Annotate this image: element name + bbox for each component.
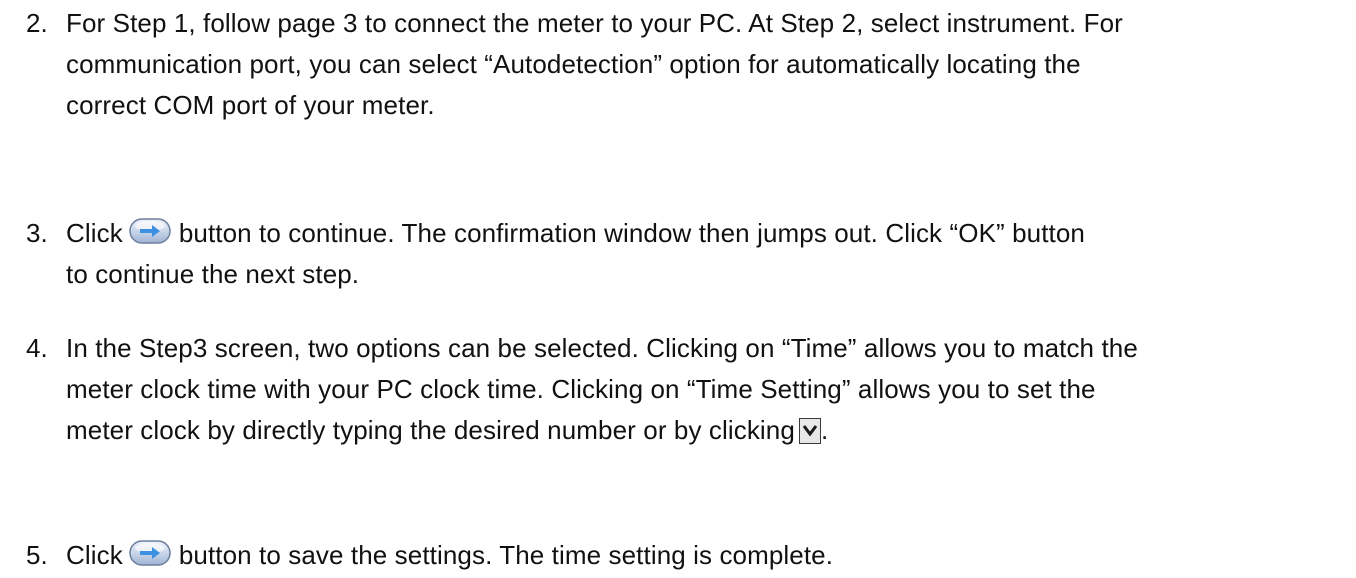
dropdown-arrow-icon — [798, 418, 821, 444]
step-text-line: For Step 1, follow page 3 to connect the… — [66, 8, 1123, 38]
step-body: For Step 1, follow page 3 to connect the… — [66, 3, 1346, 126]
step-text-line: In the Step3 screen, two options can be … — [66, 333, 1138, 363]
step-text: Click — [66, 540, 123, 570]
step-text-line: Click button to continue. The confirmatio… — [66, 213, 1346, 254]
step-text-line: meter clock time with your PC clock time… — [66, 374, 1096, 404]
next-arrow-button-icon — [129, 215, 171, 244]
step-text-line: to continue the next step. — [66, 259, 360, 289]
step-4: 4. In the Step3 screen, two options can … — [26, 328, 1346, 451]
step-text: button to save the settings. The time se… — [178, 540, 834, 570]
step-3: 3. Click button to continue. The confirma… — [26, 213, 1346, 295]
next-arrow-button-icon — [129, 537, 171, 566]
step-5: 5. Click button to save the settings. The… — [26, 535, 1346, 576]
step-2: 2. For Step 1, follow page 3 to connect … — [26, 3, 1346, 126]
step-text-line: communication port, you can select “Auto… — [66, 49, 1081, 79]
step-text-line: Click button to save the settings. The ti… — [66, 535, 1346, 576]
step-number: 3. — [26, 218, 48, 248]
step-text-line: meter clock by directly typing the desir… — [66, 410, 1346, 451]
step-text: button to continue. The confirmation win… — [178, 218, 1085, 248]
step-number: 4. — [26, 333, 48, 363]
instruction-page: 2. For Step 1, follow page 3 to connect … — [0, 0, 1356, 576]
step-text-line: correct COM port of your meter. — [66, 90, 435, 120]
step-text: Click — [66, 218, 123, 248]
step-text: . — [820, 415, 829, 445]
step-body: Click button to save the settings. The ti… — [66, 535, 1346, 576]
step-body: In the Step3 screen, two options can be … — [66, 328, 1346, 451]
step-number: 2. — [26, 8, 48, 38]
step-number: 5. — [26, 540, 48, 570]
step-text: meter clock by directly typing the desir… — [66, 415, 795, 445]
step-body: Click button to continue. The confirmatio… — [66, 213, 1346, 295]
